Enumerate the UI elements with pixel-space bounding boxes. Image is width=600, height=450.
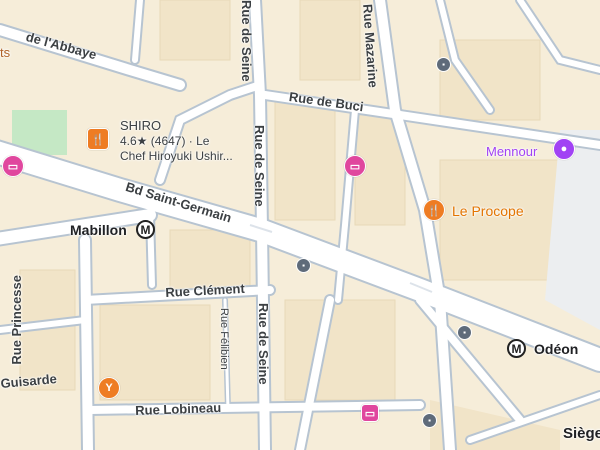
shiro-label[interactable]: SHIRO 4.6★ (4647) · Le Chef Hiroyuki Ush… <box>120 118 233 164</box>
street-label-lobineau: Rue Lobineau <box>134 400 222 418</box>
restaurant-marker-shiro[interactable]: 🍴 <box>87 128 109 150</box>
bar-marker[interactable]: Y <box>98 377 120 399</box>
procope-label[interactable]: Le Procope <box>452 203 524 221</box>
odeon-label[interactable]: Odéon <box>534 341 578 359</box>
street-label-princesse: Rue Princesse <box>9 275 24 365</box>
map-canvas[interactable]: de l'Abbaye ts Rue de Seine Rue de Seine… <box>0 0 600 450</box>
restaurant-marker-procope[interactable]: 🍴 <box>423 199 445 221</box>
metro-icon-mabillon[interactable]: M <box>136 220 155 239</box>
bus-icon[interactable]: ▪ <box>436 57 451 72</box>
partial-label: ts <box>0 45 11 60</box>
street-label-clement: Rue Clément <box>164 280 246 300</box>
bus-icon[interactable]: ▪ <box>457 325 472 340</box>
hotel-marker-left[interactable]: ▭ <box>2 155 24 177</box>
bed-icon: ▭ <box>7 160 19 173</box>
street-label-seine-mid: Rue de Seine <box>252 125 267 207</box>
hotel-marker[interactable]: ▭ <box>344 155 366 177</box>
bus-icon[interactable]: ▪ <box>296 258 311 273</box>
street-label-seine-bottom: Rue de Seine <box>256 303 271 385</box>
bus-icon[interactable]: ▪ <box>422 413 437 428</box>
metro-icon-odeon[interactable]: M <box>507 339 526 358</box>
shiro-rating: 4.6★ (4647) · Le <box>120 134 210 149</box>
shiro-subtitle: Chef Hiroyuki Ushir... <box>120 149 233 164</box>
fork-knife-icon: 🍴 <box>91 133 105 146</box>
hotel-marker-bottom[interactable]: ▭ <box>361 404 379 422</box>
street-label-felibien: Rue Félibien <box>218 308 230 370</box>
bed-icon: ▭ <box>349 160 361 173</box>
gallery-marker-mennour[interactable]: ● <box>553 138 575 160</box>
mennour-label[interactable]: Mennour <box>486 144 537 160</box>
siege-label: Siège <box>563 425 600 442</box>
fork-knife-icon: 🍴 <box>427 204 441 217</box>
shiro-name: SHIRO <box>120 118 162 133</box>
street-label-seine-top: Rue de Seine <box>239 0 254 82</box>
palette-icon: ● <box>560 143 568 155</box>
cocktail-icon: Y <box>105 382 113 394</box>
bed-icon: ▭ <box>364 407 376 420</box>
mabillon-label[interactable]: Mabillon <box>70 222 127 240</box>
